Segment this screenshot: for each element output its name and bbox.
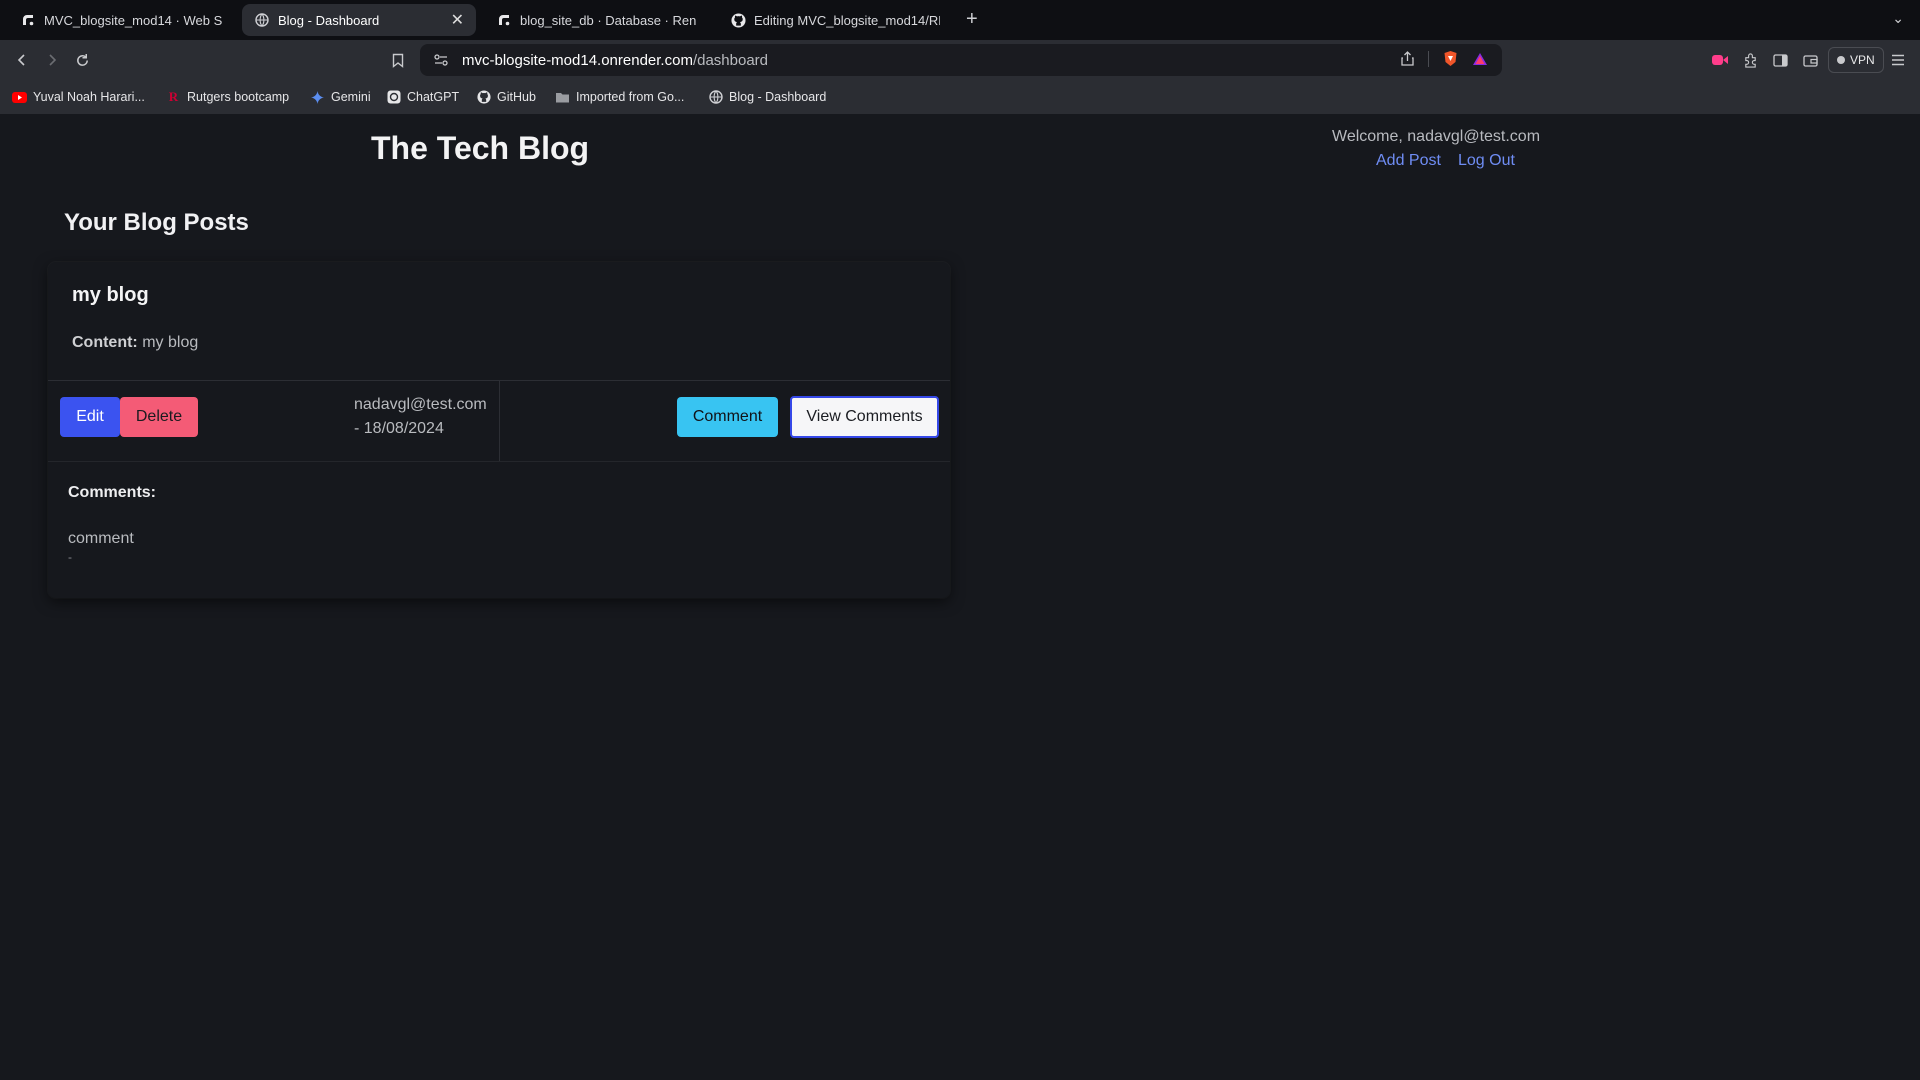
section-title: Your Blog Posts — [64, 209, 249, 236]
tab-title: Editing MVC_blogsite_mod14/RE — [754, 12, 940, 28]
post-meta: nadavgl@test.com - 18/08/2024 — [354, 393, 487, 441]
video-extension-icon[interactable] — [1708, 48, 1732, 72]
browser-tab[interactable]: Editing MVC_blogsite_mod14/RE — [718, 4, 952, 36]
bookmark-label: GitHub — [497, 90, 536, 104]
vpn-button[interactable]: VPN — [1828, 47, 1884, 73]
chevron-down-icon[interactable]: ⌄ — [1892, 10, 1904, 27]
rutgers-icon: R — [168, 89, 179, 104]
post-date: - 18/08/2024 — [354, 420, 444, 437]
render-icon — [496, 12, 512, 28]
extensions-icon[interactable] — [1738, 48, 1762, 72]
globe-icon — [254, 12, 270, 28]
back-icon[interactable] — [10, 48, 34, 72]
url-host: mvc-blogsite-mod14.onrender.com — [462, 51, 693, 69]
bookmark-item[interactable]: Imported from Go... — [555, 89, 684, 105]
bookmark-item[interactable]: Blog - Dashboard — [708, 89, 826, 105]
bookmark-item[interactable]: Gemini — [310, 89, 371, 105]
globe-icon — [708, 90, 723, 105]
bookmark-item[interactable]: Yuval Noah Harari... — [12, 89, 145, 105]
github-icon — [730, 12, 746, 28]
bookmark-item[interactable]: GitHub — [476, 89, 536, 105]
bookmark-item[interactable]: R Rutgers bootcamp — [166, 89, 289, 105]
folder-icon — [555, 90, 570, 105]
bookmark-label: Blog - Dashboard — [729, 90, 827, 104]
tab-title: MVC_blogsite_mod14 · Web Se — [44, 12, 222, 28]
add-post-link[interactable]: Add Post — [1376, 152, 1441, 170]
youtube-icon — [12, 90, 27, 105]
gemini-icon — [310, 90, 325, 105]
url-path: /dashboard — [692, 51, 769, 69]
browser-tab[interactable]: MVC_blogsite_mod14 · Web Se — [8, 4, 234, 36]
comment-meta: - — [68, 550, 72, 564]
render-icon — [20, 12, 36, 28]
forward-icon[interactable] — [40, 48, 64, 72]
share-icon[interactable] — [1401, 51, 1414, 66]
footer-divider — [499, 381, 500, 461]
sidebar-icon[interactable] — [1768, 48, 1792, 72]
post-footer: Edit Delete nadavgl@test.com - 18/08/202… — [48, 380, 950, 462]
site-title: The Tech Blog — [371, 130, 590, 166]
bookmark-item[interactable]: ChatGPT — [386, 89, 459, 105]
vpn-status-icon — [1837, 56, 1845, 64]
content-text: my blog — [142, 334, 199, 351]
content-label: Content: — [72, 334, 138, 351]
address-bar[interactable]: mvc-blogsite-mod14.onrender.com/dashboar… — [420, 44, 1502, 76]
menu-icon[interactable] — [1886, 48, 1910, 72]
bookmark-label: Imported from Go... — [576, 90, 685, 104]
welcome-text: Welcome, nadavgl@test.com — [1332, 128, 1541, 145]
tab-title: Blog - Dashboard — [278, 12, 380, 28]
comment-text: comment — [68, 530, 134, 547]
tab-title: blog_site_db · Database · Ren — [520, 12, 697, 28]
bookmark-label: Rutgers bootcamp — [187, 90, 290, 104]
brave-shield-icon[interactable] — [1443, 50, 1458, 67]
vpn-label: VPN — [1850, 53, 1875, 67]
reload-icon[interactable] — [70, 48, 94, 72]
post-author: nadavgl@test.com — [354, 396, 487, 413]
log-out-link[interactable]: Log Out — [1458, 152, 1515, 170]
post-title: my blog — [72, 284, 149, 306]
bookmark-label: Gemini — [331, 90, 371, 104]
comments-title: Comments: — [68, 484, 157, 501]
new-tab-button[interactable]: + — [966, 8, 978, 31]
view-comments-button[interactable]: View Comments — [790, 396, 939, 438]
blog-post-card: my blog Content: my blog Edit Delete nad… — [48, 262, 950, 598]
delete-button[interactable]: Delete — [120, 397, 198, 437]
wallet-icon[interactable] — [1798, 48, 1822, 72]
site-settings-icon[interactable] — [434, 54, 448, 66]
bookmark-icon[interactable] — [386, 48, 410, 72]
browser-tab-active[interactable]: Blog - Dashboard ✕ — [242, 4, 476, 36]
url-divider — [1428, 50, 1429, 67]
bookmark-label: ChatGPT — [407, 90, 460, 104]
chatgpt-icon — [386, 90, 401, 105]
edit-button[interactable]: Edit — [60, 397, 120, 437]
github-icon — [476, 90, 491, 105]
bookmark-label: Yuval Noah Harari... — [33, 90, 145, 104]
close-icon[interactable]: ✕ — [451, 10, 464, 30]
comment-button[interactable]: Comment — [677, 397, 778, 437]
post-content: Content: my blog — [72, 334, 198, 352]
brave-rewards-icon[interactable] — [1472, 52, 1488, 66]
browser-tab-bar: MVC_blogsite_mod14 · Web Se Blog - Dashb… — [0, 0, 1920, 40]
browser-tab[interactable]: blog_site_db · Database · Ren — [484, 4, 710, 36]
